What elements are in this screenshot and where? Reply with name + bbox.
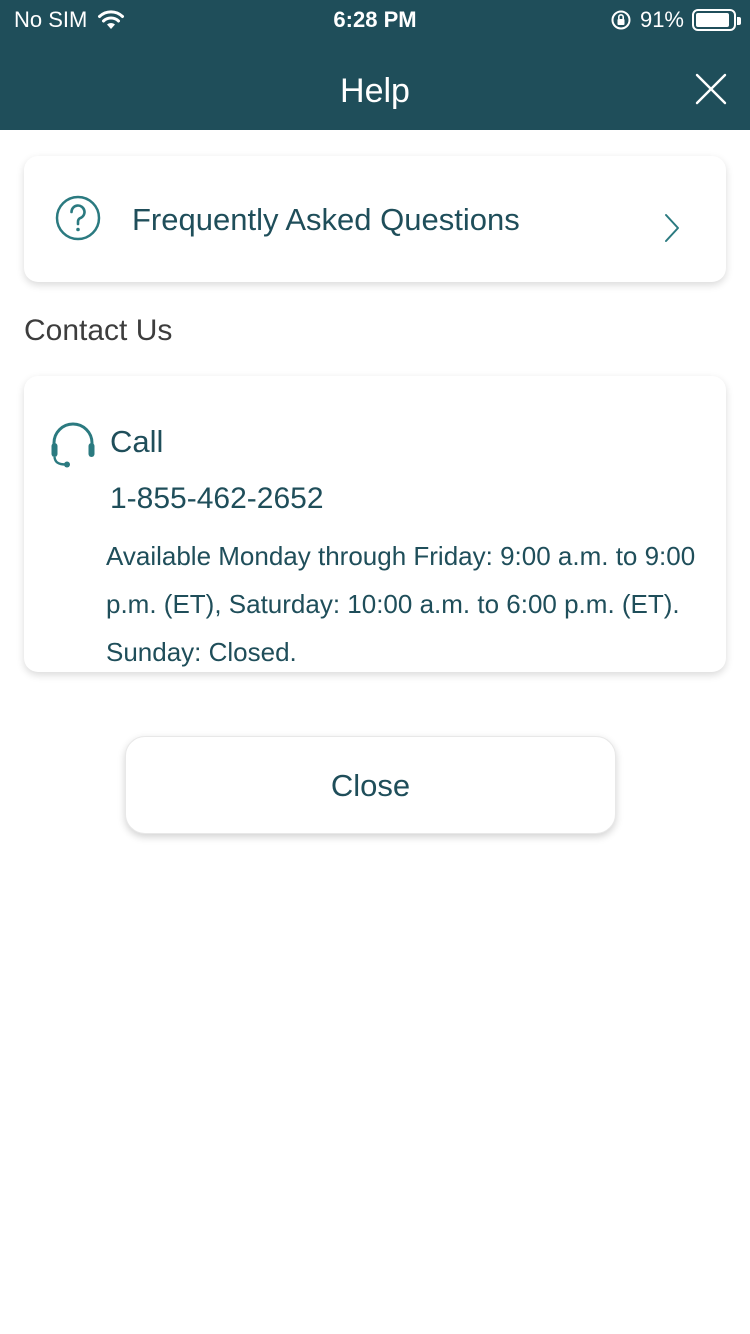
faq-label: Frequently Asked Questions [132,202,520,237]
contact-section-title: Contact Us [24,314,173,347]
chevron-right-icon [665,214,679,242]
battery-icon [692,9,741,31]
status-right: 91% [610,7,741,33]
headset-icon [51,422,95,468]
phone-number-link[interactable]: 1-855-462-2652 [110,482,324,516]
header-bar: No SIM 6:28 PM 91% Help [0,0,750,130]
battery-percent: 91% [639,7,684,32]
question-circle-icon [55,195,101,241]
orientation-lock-icon [611,10,631,30]
page-title: Help [340,72,410,110]
faq-row[interactable]: Frequently Asked Questions [24,156,726,282]
close-button[interactable]: Close [125,736,616,834]
status-bar: No SIM 6:28 PM 91% [0,0,750,40]
hours-text: Available Monday through Friday: 9:00 a.… [106,541,696,667]
contact-card: Call 1-855-462-2652 Available Monday thr… [24,376,726,672]
battery-cap [737,17,741,25]
battery-fill [696,13,729,27]
call-label: Call [110,424,164,459]
close-icon[interactable] [694,72,728,106]
